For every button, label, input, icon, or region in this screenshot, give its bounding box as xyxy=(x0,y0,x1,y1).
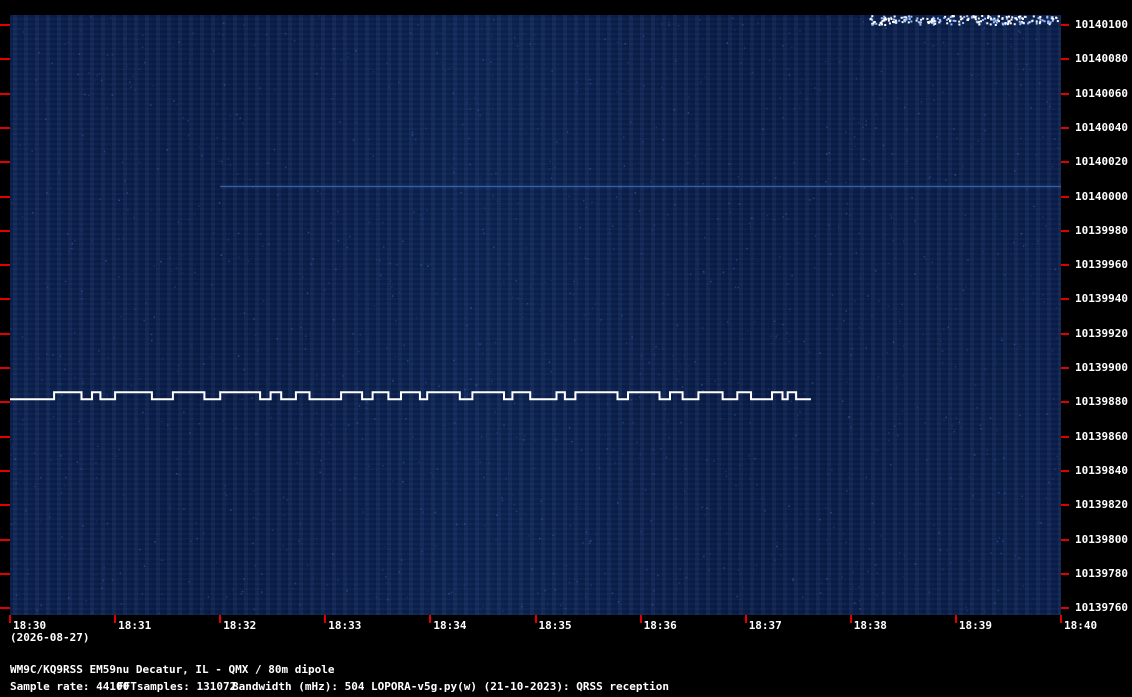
y-tick-label: 10139960 xyxy=(1075,258,1128,272)
x-tick xyxy=(114,615,117,623)
x-tick xyxy=(849,615,852,623)
y-tick-right xyxy=(1061,401,1069,404)
y-tick-label: 10140000 xyxy=(1075,189,1128,203)
y-tick-left xyxy=(0,367,10,369)
y-tick-right xyxy=(1061,332,1069,335)
x-tick xyxy=(954,615,957,623)
waterfall-spectrogram xyxy=(10,15,1061,615)
y-tick-left xyxy=(0,126,10,129)
fsk-signal-trace xyxy=(10,391,811,401)
date-label: (2026-08-27) xyxy=(10,631,90,644)
y-tick-label: 10139820 xyxy=(1075,498,1128,512)
bright-signal-band xyxy=(869,15,1059,26)
waterfall-overlay xyxy=(10,15,1061,614)
x-tick-label: 18:40 xyxy=(1064,619,1098,632)
x-tick xyxy=(744,615,747,623)
y-tick-left xyxy=(0,401,10,404)
y-tick-right xyxy=(1061,469,1069,472)
y-tick-right xyxy=(1061,195,1069,198)
x-tick-label: 18:36 xyxy=(643,619,677,632)
y-tick-left xyxy=(0,161,10,164)
y-tick-left xyxy=(0,435,10,438)
y-tick-right xyxy=(1061,572,1069,575)
x-tick-label: 18:35 xyxy=(538,619,572,632)
y-tick-label: 10140060 xyxy=(1075,86,1128,100)
y-tick-left xyxy=(0,264,10,267)
y-tick-label: 10139900 xyxy=(1075,361,1128,374)
y-tick-left xyxy=(0,607,10,610)
x-tick-label: 18:31 xyxy=(118,619,152,632)
x-tick-label: 18:33 xyxy=(328,619,362,632)
y-tick-right xyxy=(1061,538,1069,541)
y-tick-label: 10139800 xyxy=(1075,532,1128,546)
y-tick-left xyxy=(0,332,10,335)
y-tick-label: 10139760 xyxy=(1075,601,1128,615)
y-tick-right xyxy=(1061,92,1069,95)
y-tick-right xyxy=(1061,298,1069,301)
fft-samples-text: FFTsamples: 131072 xyxy=(117,680,237,693)
y-tick-right xyxy=(1061,367,1069,369)
x-tick-label: 18:32 xyxy=(223,619,257,632)
station-info: WM9C/KQ9RSS EM59nu Decatur, IL - QMX / 8… xyxy=(10,663,335,676)
y-tick-label: 10139920 xyxy=(1075,326,1128,340)
y-tick-label: 10139860 xyxy=(1075,429,1128,443)
x-tick-label: 18:37 xyxy=(748,619,782,632)
y-tick-right xyxy=(1061,264,1069,267)
noise-speckles xyxy=(10,15,1059,614)
sample-rate-text: Sample rate: 44100 xyxy=(10,680,130,693)
y-tick-left xyxy=(0,572,10,575)
y-tick-left xyxy=(0,24,10,26)
y-tick-left xyxy=(0,229,10,232)
x-tick xyxy=(324,615,327,623)
y-tick-right xyxy=(1061,58,1069,61)
software-text: LOPORA-v5g.py(w) (21-10-2023): QRSS rece… xyxy=(371,680,670,693)
y-tick-right xyxy=(1061,161,1069,164)
y-tick-label: 10140040 xyxy=(1075,120,1128,134)
bandwidth-text: Bandwidth (mHz): 504 xyxy=(232,680,365,693)
y-tick-left xyxy=(0,58,10,61)
y-tick-left xyxy=(0,195,10,198)
y-tick-label: 10140080 xyxy=(1075,52,1128,66)
y-tick-left xyxy=(0,538,10,541)
y-tick-label: 10140020 xyxy=(1075,155,1128,169)
y-tick-right xyxy=(1061,435,1069,438)
x-tick xyxy=(1060,615,1062,623)
y-tick-left xyxy=(0,92,10,95)
x-tick xyxy=(639,615,642,623)
y-tick-left xyxy=(0,504,10,507)
x-tick xyxy=(429,615,432,623)
y-tick-label: 10139880 xyxy=(1075,395,1128,409)
x-tick xyxy=(534,615,537,623)
y-tick-left xyxy=(0,469,10,472)
y-tick-label: 10139940 xyxy=(1075,292,1128,306)
y-tick-right xyxy=(1061,607,1069,610)
y-tick-label: 10139840 xyxy=(1075,463,1128,477)
y-tick-label: 10139780 xyxy=(1075,566,1128,580)
x-tick-label: 18:38 xyxy=(853,619,887,632)
y-tick-right xyxy=(1061,229,1069,232)
x-tick-label: 18:34 xyxy=(433,619,467,632)
x-tick xyxy=(9,615,11,623)
x-tick-label: 18:39 xyxy=(958,619,993,632)
y-tick-label: 10139980 xyxy=(1075,223,1128,237)
y-tick-right xyxy=(1061,24,1069,26)
y-tick-right xyxy=(1061,126,1069,129)
x-tick xyxy=(219,615,222,623)
y-tick-left xyxy=(0,298,10,301)
y-tick-label: 10140100 xyxy=(1075,18,1128,31)
y-tick-right xyxy=(1061,504,1069,507)
